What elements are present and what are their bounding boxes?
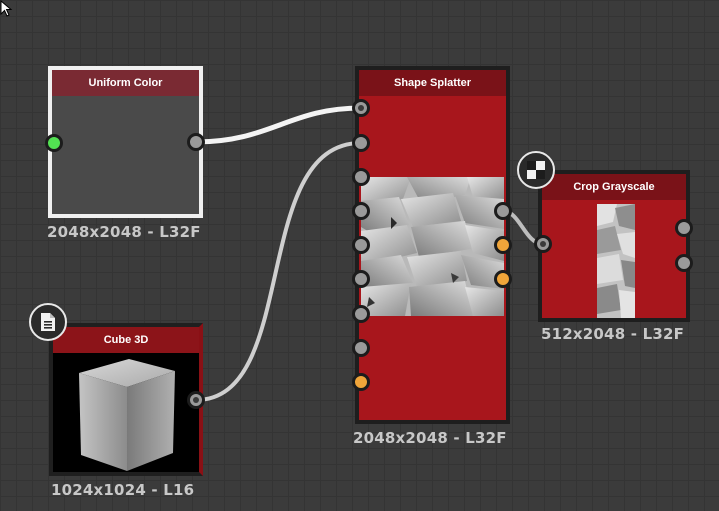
shape-splatter-node[interactable]: Shape Splatter bbox=[355, 66, 510, 424]
output-port[interactable] bbox=[187, 133, 205, 151]
input-port[interactable] bbox=[352, 270, 370, 288]
output-port[interactable] bbox=[494, 270, 512, 288]
cube-preview bbox=[79, 359, 175, 471]
input-port[interactable] bbox=[352, 305, 370, 323]
output-port[interactable] bbox=[675, 219, 693, 237]
uniform-color-node[interactable]: Uniform Color bbox=[48, 66, 203, 218]
input-port[interactable] bbox=[352, 202, 370, 220]
mouse-cursor-icon bbox=[0, 0, 13, 17]
crop-preview bbox=[597, 204, 635, 318]
crop-grayscale-node[interactable]: Crop Grayscale bbox=[538, 170, 690, 322]
input-port[interactable] bbox=[352, 99, 370, 117]
output-port[interactable] bbox=[494, 236, 512, 254]
node-title: Crop Grayscale bbox=[542, 174, 686, 200]
node-title: Cube 3D bbox=[53, 327, 199, 353]
input-port[interactable] bbox=[352, 168, 370, 186]
node-title: Uniform Color bbox=[52, 70, 199, 96]
output-port[interactable] bbox=[494, 202, 512, 220]
input-port[interactable] bbox=[352, 339, 370, 357]
node-resolution: 2048x2048 - L32F bbox=[47, 223, 201, 241]
document-icon[interactable] bbox=[29, 303, 67, 341]
cube-3d-node[interactable]: Cube 3D bbox=[49, 323, 203, 476]
node-resolution: 1024x1024 - L16 bbox=[51, 481, 195, 499]
wire-uniform-to-splatter[interactable] bbox=[195, 105, 362, 145]
input-port[interactable] bbox=[352, 236, 370, 254]
node-resolution: 512x2048 - L32F bbox=[541, 325, 685, 343]
output-port[interactable] bbox=[187, 391, 205, 409]
input-port[interactable] bbox=[352, 373, 370, 391]
input-port[interactable] bbox=[352, 134, 370, 152]
input-port[interactable] bbox=[45, 134, 63, 152]
checker-icon[interactable] bbox=[517, 151, 555, 189]
node-resolution: 2048x2048 - L32F bbox=[353, 429, 507, 447]
wire-cube-to-splatter[interactable] bbox=[195, 141, 362, 402]
node-title: Shape Splatter bbox=[359, 70, 506, 96]
input-port[interactable] bbox=[534, 235, 552, 253]
output-port[interactable] bbox=[675, 254, 693, 272]
splatter-preview bbox=[361, 177, 504, 316]
